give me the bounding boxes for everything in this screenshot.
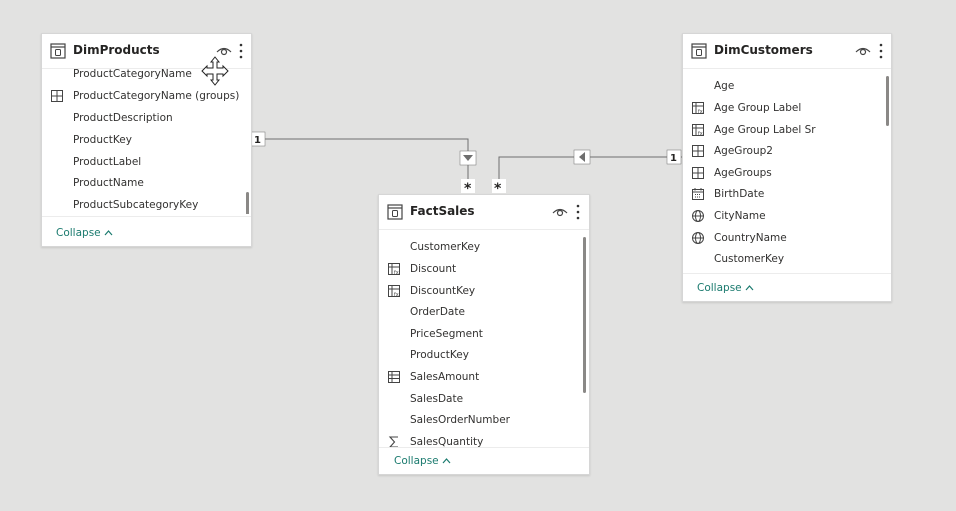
field-item[interactable]: fx Age Group Label Sr bbox=[683, 120, 881, 141]
visibility-eye-icon[interactable] bbox=[552, 205, 568, 219]
table-card-header[interactable]: FactSales bbox=[379, 195, 589, 230]
chevron-up-icon bbox=[104, 230, 113, 236]
field-item[interactable]: ProductDescription bbox=[42, 108, 241, 129]
divider bbox=[42, 216, 251, 217]
field-item[interactable]: fx Age Group Label bbox=[683, 98, 881, 119]
model-canvas[interactable]: 1 * 1 * DimProducts ProductCategoryName … bbox=[0, 0, 956, 511]
field-item[interactable]: fx Discount bbox=[379, 259, 579, 280]
field-item[interactable]: PriceSegment bbox=[379, 324, 579, 345]
field-item[interactable]: CustomerKey bbox=[379, 237, 579, 258]
sigma-icon bbox=[388, 436, 398, 447]
scrollbar-thumb[interactable] bbox=[246, 192, 249, 214]
field-item[interactable]: ProductLabel bbox=[42, 152, 241, 173]
svg-text:fx: fx bbox=[698, 109, 703, 115]
measure-table-icon bbox=[388, 371, 400, 383]
relationship-customers-sales[interactable]: 1 * bbox=[492, 149, 682, 197]
globe-icon bbox=[692, 232, 704, 244]
field-item[interactable]: OrderDate bbox=[379, 302, 579, 323]
field-list[interactable]: ProductCategoryName ProductCategoryName … bbox=[42, 68, 251, 214]
calculated-column-icon: fx bbox=[692, 124, 704, 137]
field-item[interactable]: AgeGroup2 bbox=[683, 141, 881, 162]
table-title: DimProducts bbox=[73, 43, 160, 57]
table-title: FactSales bbox=[410, 204, 475, 218]
visibility-eye-icon[interactable] bbox=[855, 44, 871, 58]
table-icon bbox=[387, 204, 403, 220]
cardinality-one-label: 1 bbox=[670, 153, 677, 164]
field-item[interactable]: SalesOrderNumber bbox=[379, 410, 579, 431]
calendar-icon bbox=[692, 188, 704, 200]
field-item[interactable]: SalesQuantity bbox=[379, 432, 579, 447]
field-item[interactable]: fx DiscountKey bbox=[379, 281, 579, 302]
divider bbox=[683, 273, 891, 274]
relationship-products-sales[interactable]: 1 * bbox=[250, 131, 477, 197]
more-options-icon[interactable] bbox=[575, 203, 581, 221]
field-list[interactable]: CustomerKey fx Discount fx DiscountKey O… bbox=[379, 237, 589, 447]
scrollbar-thumb[interactable] bbox=[583, 237, 586, 393]
scrollbar-thumb[interactable] bbox=[886, 76, 889, 126]
field-item[interactable]: ProductKey bbox=[379, 345, 579, 366]
globe-icon bbox=[692, 210, 704, 222]
cardinality-one-label: 1 bbox=[254, 135, 261, 146]
field-item[interactable]: CustomerKey bbox=[683, 249, 881, 270]
field-item[interactable]: ProductName bbox=[42, 173, 241, 194]
field-item[interactable]: ProductCategoryName (groups) bbox=[42, 86, 241, 107]
table-title: DimCustomers bbox=[714, 43, 813, 57]
field-item[interactable]: SalesDate bbox=[379, 389, 579, 410]
collapse-button[interactable]: Collapse bbox=[394, 455, 451, 467]
field-item[interactable]: CityName bbox=[683, 206, 881, 227]
calculated-column-icon: fx bbox=[692, 102, 704, 115]
group-icon bbox=[51, 90, 63, 102]
table-icon bbox=[50, 43, 66, 59]
svg-text:fx: fx bbox=[394, 292, 399, 298]
more-options-icon[interactable] bbox=[238, 42, 244, 60]
table-icon bbox=[691, 43, 707, 59]
divider bbox=[379, 447, 589, 448]
table-card-header[interactable]: DimCustomers bbox=[683, 34, 891, 69]
table-card-factsales[interactable]: FactSales CustomerKey fx Discount fx Dis… bbox=[378, 194, 590, 475]
field-item[interactable]: ProductSubcategoryKey bbox=[42, 195, 241, 214]
field-item[interactable]: CountryName bbox=[683, 228, 881, 249]
move-cursor-icon bbox=[201, 56, 229, 86]
svg-text:fx: fx bbox=[698, 131, 703, 137]
table-card-dimcustomers[interactable]: DimCustomers Age fx Age Group Label fx A… bbox=[682, 33, 892, 302]
field-list[interactable]: Age fx Age Group Label fx Age Group Labe… bbox=[683, 76, 891, 274]
field-item[interactable]: ProductKey bbox=[42, 130, 241, 151]
chevron-up-icon bbox=[442, 458, 451, 464]
field-item[interactable]: SalesAmount bbox=[379, 367, 579, 388]
chevron-up-icon bbox=[745, 285, 754, 291]
group-icon bbox=[692, 167, 704, 179]
calculated-column-icon: fx bbox=[388, 285, 400, 298]
group-icon bbox=[692, 145, 704, 157]
collapse-button[interactable]: Collapse bbox=[56, 227, 113, 239]
field-item[interactable]: AgeGroups bbox=[683, 163, 881, 184]
calculated-column-icon: fx bbox=[388, 263, 400, 276]
collapse-button[interactable]: Collapse bbox=[697, 282, 754, 294]
field-item[interactable]: BirthDate bbox=[683, 184, 881, 205]
field-item[interactable]: Age bbox=[683, 76, 881, 97]
more-options-icon[interactable] bbox=[878, 42, 884, 60]
svg-text:fx: fx bbox=[394, 270, 399, 276]
